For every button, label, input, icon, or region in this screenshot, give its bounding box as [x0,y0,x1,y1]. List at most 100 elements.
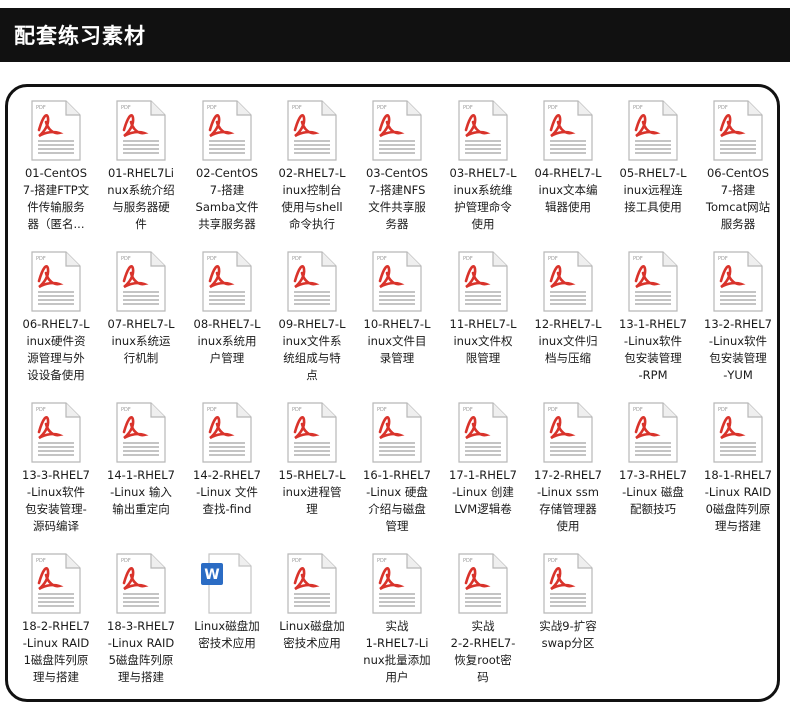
file-item[interactable]: PDF 06-CentOS 7-搭建 Tomcat网站 服务器 [696,95,780,245]
pdf-file-icon: PDF [457,553,509,615]
svg-text:PDF: PDF [292,407,302,413]
file-item[interactable]: PDF 02-RHEL7-L inux控制台 使用与shell 命令执行 [270,95,354,245]
pdf-file-icon: PDF [542,100,594,162]
pdf-file-icon: PDF [30,100,82,162]
file-item[interactable]: PDF 实战 1-RHEL7-Li nux批量添加 用户 [355,548,439,698]
pdf-file-icon: PDF [201,100,253,162]
pdf-file-icon: PDF [542,251,594,313]
pdf-file-icon: PDF [627,251,679,313]
svg-text:PDF: PDF [463,558,473,564]
svg-text:PDF: PDF [377,105,387,111]
file-item[interactable]: PDF 13-1-RHEL7 -Linux软件 包安装管理 -RPM [611,246,695,396]
file-name-label: 08-RHEL7-L inux系统用 户管理 [193,317,261,365]
file-name-label: 02-RHEL7-L inux控制台 使用与shell 命令执行 [278,166,346,231]
file-item[interactable]: PDF 04-RHEL7-L inux文本编 辑器使用 [526,95,610,245]
svg-text:PDF: PDF [718,105,728,111]
pdf-file-icon: PDF [115,553,167,615]
svg-text:PDF: PDF [292,105,302,111]
svg-text:PDF: PDF [292,256,302,262]
svg-text:PDF: PDF [36,105,46,111]
file-item[interactable]: PDF 17-2-RHEL7 -Linux ssm 存储管理器 使用 [526,397,610,547]
pdf-file-icon: PDF [286,100,338,162]
page-header: 配套练习素材 [0,8,790,62]
svg-text:PDF: PDF [377,558,387,564]
file-item[interactable]: PDF 03-CentOS 7-搭建NFS 文件共享服 务器 [355,95,439,245]
file-name-label: 实战9-扩容 swap分区 [539,619,597,650]
file-name-label: 06-CentOS 7-搭建 Tomcat网站 服务器 [705,166,771,231]
svg-text:PDF: PDF [548,558,558,564]
pdf-file-icon: PDF [286,251,338,313]
file-item[interactable]: PDF 09-RHEL7-L inux文件系 统组成与特 点 [270,246,354,396]
svg-text:PDF: PDF [463,105,473,111]
file-item[interactable]: PDF 12-RHEL7-L inux文件归 档与压缩 [526,246,610,396]
svg-text:W: W [204,567,219,583]
file-item[interactable]: PDF 16-1-RHEL7 -Linux 硬盘 介绍与磁盘 管理 [355,397,439,547]
file-item[interactable]: PDF 11-RHEL7-L inux文件权 限管理 [441,246,525,396]
pdf-file-icon: PDF [371,553,423,615]
pdf-file-icon: PDF [115,100,167,162]
pdf-file-icon: PDF [712,100,764,162]
file-name-label: 03-RHEL7-L inux系统维 护管理命令 使用 [449,166,517,231]
file-item[interactable]: PDF 实战9-扩容 swap分区 [526,548,610,698]
file-item[interactable]: PDF 06-RHEL7-L inux硬件资 源管理与外 设设备使用 [14,246,98,396]
file-name-label: 09-RHEL7-L inux文件系 统组成与特 点 [278,317,346,382]
pdf-file-icon: PDF [712,402,764,464]
file-item[interactable]: PDF 05-RHEL7-L inux远程连 接工具使用 [611,95,695,245]
file-item[interactable]: W Linux磁盘加 密技术应用 [185,548,269,698]
file-item[interactable]: PDF 15-RHEL7-L inux进程管 理 [270,397,354,547]
file-item[interactable]: PDF 14-2-RHEL7 -Linux 文件 查找-find [185,397,269,547]
svg-text:PDF: PDF [718,407,728,413]
file-item[interactable]: PDF 10-RHEL7-L inux文件目 录管理 [355,246,439,396]
file-item[interactable]: PDF 13-3-RHEL7 -Linux软件 包安装管理- 源码编译 [14,397,98,547]
file-item[interactable]: PDF 08-RHEL7-L inux系统用 户管理 [185,246,269,396]
file-name-label: 10-RHEL7-L inux文件目 录管理 [363,317,431,365]
svg-text:PDF: PDF [207,407,217,413]
pdf-file-icon: PDF [371,402,423,464]
file-name-label: 07-RHEL7-L inux系统运 行机制 [107,317,175,365]
file-name-label: 01-CentOS 7-搭建FTP文 件传输服务 器（匿名... [22,166,90,231]
file-item[interactable]: PDF 实战 2-2-RHEL7- 恢复root密 码 [441,548,525,698]
file-item[interactable]: PDF 14-1-RHEL7 -Linux 输入 输出重定向 [99,397,183,547]
file-item[interactable]: PDF 13-2-RHEL7 -Linux软件 包安装管理 -YUM [696,246,780,396]
file-name-label: 03-CentOS 7-搭建NFS 文件共享服 务器 [365,166,429,231]
svg-text:PDF: PDF [121,407,131,413]
pdf-file-icon: PDF [457,251,509,313]
file-name-label: 06-RHEL7-L inux硬件资 源管理与外 设设备使用 [22,317,90,382]
svg-text:PDF: PDF [377,256,387,262]
file-name-label: 18-3-RHEL7 -Linux RAID 5磁盘阵列原 理与搭建 [107,619,175,684]
file-item[interactable]: PDF 01-RHEL7Li nux系统介绍 与服务器硬 件 [99,95,183,245]
pdf-file-icon: PDF [712,251,764,313]
file-item[interactable]: PDF 18-1-RHEL7 -Linux RAID 0磁盘阵列原 理与搭建 [696,397,780,547]
file-name-label: 13-2-RHEL7 -Linux软件 包安装管理 -YUM [704,317,772,382]
file-name-label: 16-1-RHEL7 -Linux 硬盘 介绍与磁盘 管理 [363,468,431,533]
pdf-file-icon: PDF [371,251,423,313]
pdf-file-icon: PDF [627,100,679,162]
svg-text:PDF: PDF [121,256,131,262]
file-item[interactable]: PDF Linux磁盘加 密技术应用 [270,548,354,698]
file-item[interactable]: PDF 07-RHEL7-L inux系统运 行机制 [99,246,183,396]
file-item[interactable]: PDF 18-2-RHEL7 -Linux RAID 1磁盘阵列原 理与搭建 [14,548,98,698]
file-panel: PDF 01-CentOS 7-搭建FTP文 件传输服务 器（匿名... PDF… [5,84,780,702]
pdf-file-icon: PDF [201,402,253,464]
file-item[interactable]: PDF 02-CentOS 7-搭建 Samba文件 共享服务器 [185,95,269,245]
pdf-file-icon: PDF [457,100,509,162]
file-name-label: 17-1-RHEL7 -Linux 创建 LVM逻辑卷 [449,468,517,516]
svg-text:PDF: PDF [548,407,558,413]
pdf-file-icon: PDF [627,402,679,464]
file-name-label: 18-1-RHEL7 -Linux RAID 0磁盘阵列原 理与搭建 [704,468,772,533]
file-name-label: 11-RHEL7-L inux文件权 限管理 [449,317,517,365]
file-item[interactable]: PDF 17-3-RHEL7 -Linux 磁盘 配额技巧 [611,397,695,547]
svg-text:PDF: PDF [121,558,131,564]
svg-text:PDF: PDF [207,105,217,111]
file-item[interactable]: PDF 03-RHEL7-L inux系统维 护管理命令 使用 [441,95,525,245]
file-item[interactable]: PDF 18-3-RHEL7 -Linux RAID 5磁盘阵列原 理与搭建 [99,548,183,698]
svg-text:PDF: PDF [377,407,387,413]
file-name-label: 实战 2-2-RHEL7- 恢复root密 码 [450,619,516,684]
file-item[interactable]: PDF 17-1-RHEL7 -Linux 创建 LVM逻辑卷 [441,397,525,547]
file-name-label: 04-RHEL7-L inux文本编 辑器使用 [534,166,602,214]
file-name-label: Linux磁盘加 密技术应用 [194,619,260,650]
svg-text:PDF: PDF [36,558,46,564]
file-item[interactable]: PDF 01-CentOS 7-搭建FTP文 件传输服务 器（匿名... [14,95,98,245]
word-file-icon: W [201,553,253,615]
svg-text:PDF: PDF [207,256,217,262]
